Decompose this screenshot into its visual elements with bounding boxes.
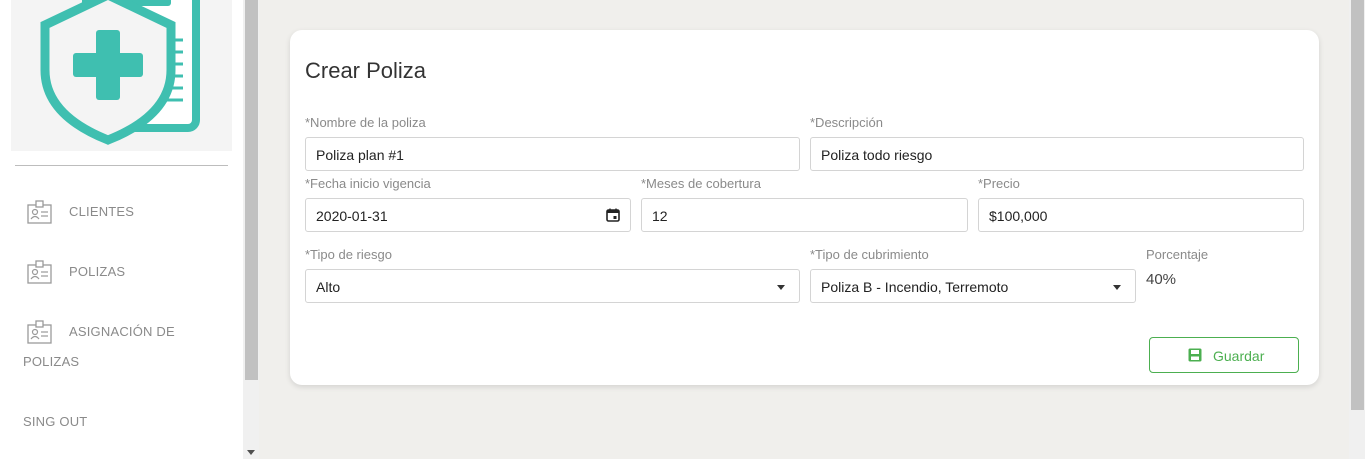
chevron-down-icon bbox=[1113, 285, 1121, 290]
id-card-icon bbox=[27, 200, 52, 224]
price-value: $100,000 bbox=[989, 208, 1048, 224]
risk-type-select[interactable]: Alto bbox=[305, 269, 800, 303]
start-date-label: *Fecha inicio vigencia bbox=[305, 176, 431, 191]
id-card-icon bbox=[27, 260, 52, 284]
description-label: *Descripción bbox=[810, 115, 883, 130]
price-label: *Precio bbox=[978, 176, 1020, 191]
sidebar-item-label: POLIZAS bbox=[69, 264, 126, 279]
save-button[interactable]: Guardar bbox=[1149, 337, 1299, 373]
start-date-value: 2020-01-31 bbox=[316, 208, 388, 224]
coverage-type-value: Poliza B - Incendio, Terremoto bbox=[821, 279, 1009, 295]
chevron-down-icon bbox=[777, 285, 785, 290]
start-date-input[interactable]: 2020-01-31 bbox=[305, 198, 631, 232]
risk-type-label: *Tipo de riesgo bbox=[305, 247, 392, 262]
coverage-months-value: 12 bbox=[652, 208, 668, 224]
policy-name-value: Poliza plan #1 bbox=[316, 147, 404, 163]
sidebar-item-label: ASIGNACIÓN DE bbox=[69, 324, 175, 339]
coverage-months-label: *Meses de cobertura bbox=[641, 176, 761, 191]
sidebar-item-label: SING OUT bbox=[23, 414, 88, 429]
scroll-down-arrow-icon[interactable] bbox=[247, 450, 255, 455]
calendar-icon[interactable] bbox=[606, 208, 620, 222]
description-input[interactable]: Poliza todo riesgo bbox=[810, 137, 1304, 171]
id-card-icon bbox=[27, 320, 52, 344]
logo bbox=[11, 0, 232, 151]
percentage-value: 40% bbox=[1146, 271, 1177, 288]
price-input[interactable]: $100,000 bbox=[978, 198, 1304, 232]
sidebar-item-label-line2: POLIZAS bbox=[23, 354, 80, 369]
risk-type-value: Alto bbox=[316, 279, 341, 295]
save-icon bbox=[1188, 348, 1202, 362]
sidebar-scrollbar-thumb[interactable] bbox=[245, 0, 258, 380]
create-policy-card: Crear Poliza *Nombre de la poliza Poliza… bbox=[290, 30, 1319, 385]
page-title: Crear Poliza bbox=[305, 58, 427, 83]
sidebar-divider bbox=[15, 165, 228, 166]
sidebar: CLIENTES POLIZAS ASIGNACIÓN DE POLIZAS S… bbox=[0, 0, 243, 459]
coverage-months-input[interactable]: 12 bbox=[641, 198, 968, 232]
page-scrollbar-thumb[interactable] bbox=[1351, 0, 1364, 410]
policy-name-input[interactable]: Poliza plan #1 bbox=[305, 137, 800, 171]
percentage-label: Porcentaje bbox=[1146, 247, 1209, 262]
save-button-label: Guardar bbox=[1213, 348, 1265, 364]
insurance-shield-cross-icon bbox=[40, 0, 200, 145]
description-value: Poliza todo riesgo bbox=[821, 147, 933, 163]
sidebar-item-label: CLIENTES bbox=[69, 204, 135, 219]
coverage-type-select[interactable]: Poliza B - Incendio, Terremoto bbox=[810, 269, 1136, 303]
coverage-type-label: *Tipo de cubrimiento bbox=[810, 247, 929, 262]
policy-name-label: *Nombre de la poliza bbox=[305, 115, 426, 130]
